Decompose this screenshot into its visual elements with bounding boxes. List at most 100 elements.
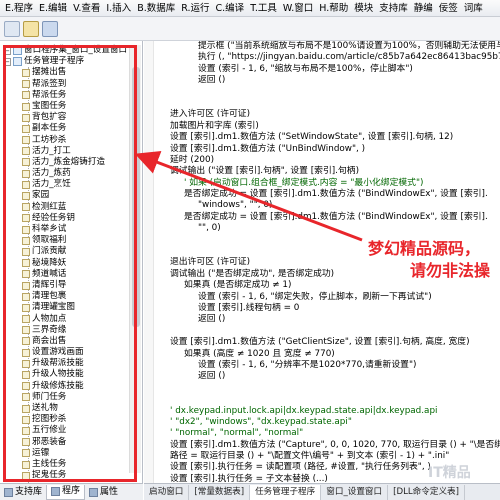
code-line[interactable]: ' dx.keypad.input.lock.api|dx.keypad.sta… — [158, 406, 500, 417]
tree-scrollbar[interactable] — [129, 45, 141, 473]
menu-item[interactable]: 模块 — [351, 0, 376, 16]
document-tab[interactable]: 窗口_设置窗口 — [321, 484, 389, 500]
new-file-icon[interactable] — [4, 20, 20, 37]
code-line[interactable]: 返回 () — [158, 314, 500, 325]
tree-item[interactable]: 升级人物技能 — [0, 369, 128, 380]
tree-item[interactable]: 背包扩容 — [0, 112, 128, 123]
tree-scroll-thumb[interactable] — [132, 67, 140, 327]
code-line[interactable]: 设置 [索引].线程句柄 = 0 — [158, 303, 500, 314]
tree-item[interactable]: 升级帮派技能 — [0, 358, 128, 369]
tree-item[interactable]: 活力_烹饪 — [0, 179, 128, 190]
tree-item[interactable]: 帮派签到 — [0, 79, 128, 90]
open-folder-icon[interactable] — [23, 20, 39, 37]
save-icon[interactable] — [42, 20, 58, 37]
tree-item[interactable]: 经验任务钥 — [0, 213, 128, 224]
code-line[interactable]: ' "dx2", "windows", "dx.keypad.state.api… — [158, 417, 500, 428]
tree-item[interactable]: 帮派任务 — [0, 90, 128, 101]
code-line[interactable] — [158, 394, 500, 405]
menu-item[interactable]: E.程序 — [2, 0, 36, 16]
collapse-icon[interactable]: − — [3, 46, 11, 55]
menu-item[interactable]: B.数据库 — [134, 0, 178, 16]
tree-item[interactable]: − 窗口程序集_窗口_设置窗口 — [0, 45, 128, 56]
code-line[interactable]: 返回 () — [158, 371, 500, 382]
tree-item[interactable]: 副本任务 — [0, 123, 128, 134]
tree-item[interactable]: 门派贡献 — [0, 246, 128, 257]
code-line[interactable]: ' "normal", "normal", "normal" — [158, 428, 500, 439]
code-line[interactable]: 延时 (200) — [158, 155, 500, 166]
tree-item[interactable]: 清辉引导 — [0, 280, 128, 291]
menu-item[interactable]: I.插入 — [103, 0, 134, 16]
tree-item[interactable]: 活力_炼药 — [0, 168, 128, 179]
code-line[interactable]: 设置 [索引].dm1.数值方法 ("Capture", 0, 0, 1020,… — [158, 440, 500, 451]
code-line[interactable]: 如果真 (高度 ≠ 1020 且 宽度 ≠ 770) — [158, 349, 500, 360]
code-line[interactable]: 返回 () — [158, 75, 500, 86]
document-tab[interactable]: [常量数据表] — [189, 484, 251, 500]
tree-item[interactable]: 送礼物 — [0, 403, 128, 414]
tree-item[interactable]: 商会出售 — [0, 336, 128, 347]
tree-item[interactable]: 升级修炼技能 — [0, 381, 128, 392]
tree-item[interactable]: 领取福利 — [0, 235, 128, 246]
tree-item[interactable]: 运镖 — [0, 448, 128, 459]
menu-item[interactable]: E.编辑 — [36, 0, 70, 16]
tree-item[interactable]: 活力_炼金熔铸打造 — [0, 157, 128, 168]
code-line[interactable]: 执行 (, "https://jingyan.baidu.com/article… — [158, 52, 500, 63]
code-line[interactable]: 是否绑定成功 = 设置 [索引].dm1.数值方法 ("BindWindowEx… — [158, 189, 500, 200]
code-line[interactable]: 进入许可区 (许可证) — [158, 109, 500, 120]
menu-item[interactable]: 佞签 — [436, 0, 461, 16]
code-line[interactable]: 设置 [索引].dm1.数值方法 ("SetWindowState", 设置 [… — [158, 132, 500, 143]
code-line[interactable] — [158, 383, 500, 394]
tree-item[interactable]: 清理包裹 — [0, 291, 128, 302]
code-line[interactable]: 路径 = 取运行目录 () + "\配置文件\编号" + 到文本 (索引 - 1… — [158, 451, 500, 462]
menu-item[interactable]: V.查看 — [70, 0, 103, 16]
tree-item[interactable]: 人物加点 — [0, 314, 128, 325]
tree-item[interactable]: 秘境降妖 — [0, 258, 128, 269]
code-line[interactable]: 设置 [索引].dm1.数值方法 ("UnBindWindow", ) — [158, 144, 500, 155]
collapse-icon[interactable]: − — [3, 57, 11, 66]
code-line[interactable]: 调试输出 ("设置 [索引].句柄", 设置 [索引].句柄) — [158, 166, 500, 177]
code-line[interactable]: 设置 [索引].dm1.数值方法 ("GetClientSize", 设置 [索… — [158, 337, 500, 348]
tab-support-lib[interactable]: 支持库 — [0, 485, 46, 500]
code-line[interactable] — [158, 326, 500, 337]
tree-item[interactable]: 挖图秒杀 — [0, 414, 128, 425]
document-tab[interactable]: 任务管理子程序 — [250, 484, 322, 500]
code-line[interactable]: 加载图片和字库 (索引) — [158, 121, 500, 132]
tree-item[interactable]: 宝图任务 — [0, 101, 128, 112]
code-line[interactable]: 设置 (索引 - 1, 6, "缩放与布局不是100%，停止脚本") — [158, 64, 500, 75]
tree-item[interactable]: 家园 — [0, 190, 128, 201]
tree-item[interactable]: − 任务管理子程序 — [0, 56, 128, 67]
tree-item[interactable]: 频道喊话 — [0, 269, 128, 280]
tree-item[interactable]: 师门任务 — [0, 392, 128, 403]
tree-item[interactable]: 主线任务 — [0, 459, 128, 470]
menu-item[interactable]: R.运行 — [178, 0, 212, 16]
tree-item[interactable]: 邪恶装备 — [0, 437, 128, 448]
menu-item[interactable]: 静编 — [411, 0, 436, 16]
tree-item[interactable]: 摆摊出售 — [0, 67, 128, 78]
menu-item[interactable]: 词库 — [461, 0, 486, 16]
tree-item[interactable]: 清理罐宝图 — [0, 302, 128, 313]
menu-item[interactable]: 支持库 — [376, 0, 411, 16]
tree-item[interactable]: 三界奇缘 — [0, 325, 128, 336]
tree-item[interactable]: 科举乡试 — [0, 224, 128, 235]
code-line[interactable]: 设置 (索引 - 1, 6, "绑定失败，停止脚本，刷新一下再试试") — [158, 292, 500, 303]
code-line[interactable]: "", 0) — [158, 223, 500, 234]
code-line[interactable]: 提示框 ("当前系统缩放与布局不是100%请设置为100%，否则辅助无法使用与设… — [158, 41, 500, 52]
tab-program[interactable]: 程序 — [46, 484, 86, 500]
menu-item[interactable]: T.工具 — [247, 0, 280, 16]
tree-item[interactable]: 检测红蓝 — [0, 202, 128, 213]
tab-properties[interactable]: 属性 — [85, 485, 122, 500]
document-tab[interactable]: [DLL命令定义表] — [388, 484, 465, 500]
tree-item[interactable]: 五行修业 — [0, 425, 128, 436]
tree-item[interactable]: 捉鬼任务 — [0, 470, 128, 481]
tree-item[interactable]: 活力_打工 — [0, 146, 128, 157]
menu-item[interactable]: W.窗口 — [280, 0, 316, 16]
tree-item[interactable]: 设置游戏画面 — [0, 347, 128, 358]
tree-item[interactable]: 工坊秒杀 — [0, 135, 128, 146]
code-line[interactable]: "windows", "", 0) — [158, 200, 500, 211]
code-line[interactable]: ' 如果 (启动窗口.组合框_绑定模式.内容 = "最小化绑定模式") — [158, 178, 500, 189]
code-line[interactable]: 是否绑定成功 = 设置 [索引].dm1.数值方法 ("BindWindowEx… — [158, 212, 500, 223]
code-line[interactable]: 设置 (索引 - 1, 6, "分辨率不是1020*770,请重新设置") — [158, 360, 500, 371]
menu-item[interactable]: H.帮助 — [316, 0, 351, 16]
document-tab[interactable]: 启动窗口 — [144, 484, 190, 500]
code-line[interactable] — [158, 98, 500, 109]
code-line[interactable] — [158, 87, 500, 98]
